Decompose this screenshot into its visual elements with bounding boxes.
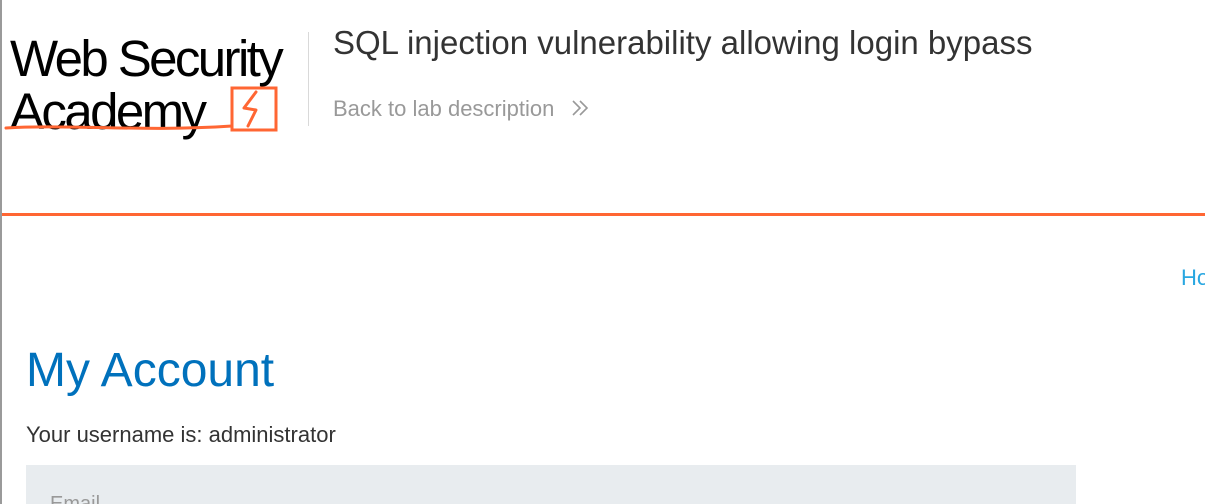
header-divider xyxy=(308,32,309,126)
back-link-label: Back to lab description xyxy=(333,96,555,121)
window-edge xyxy=(0,0,2,504)
logo-underline-icon xyxy=(4,124,234,130)
lightning-bolt-icon xyxy=(230,86,278,132)
lab-title: SQL injection vulnerability allowing log… xyxy=(333,24,1033,61)
back-to-lab-description-link[interactable]: Back to lab description xyxy=(333,96,590,122)
logo-text-line1: Web Security xyxy=(10,30,284,87)
email-field-label: Email xyxy=(50,493,101,504)
double-chevron-right-icon xyxy=(572,100,589,116)
header-accent-bar xyxy=(2,213,1205,216)
email-change-form: Email xyxy=(26,465,1076,504)
home-link[interactable]: Ho xyxy=(1181,265,1205,291)
page: Web Security Academy SQL injection vulne… xyxy=(0,0,1205,504)
academy-logo[interactable]: Web Security Academy xyxy=(4,26,304,141)
username-text: Your username is: administrator xyxy=(26,422,336,447)
page-title: My Account xyxy=(26,344,275,397)
